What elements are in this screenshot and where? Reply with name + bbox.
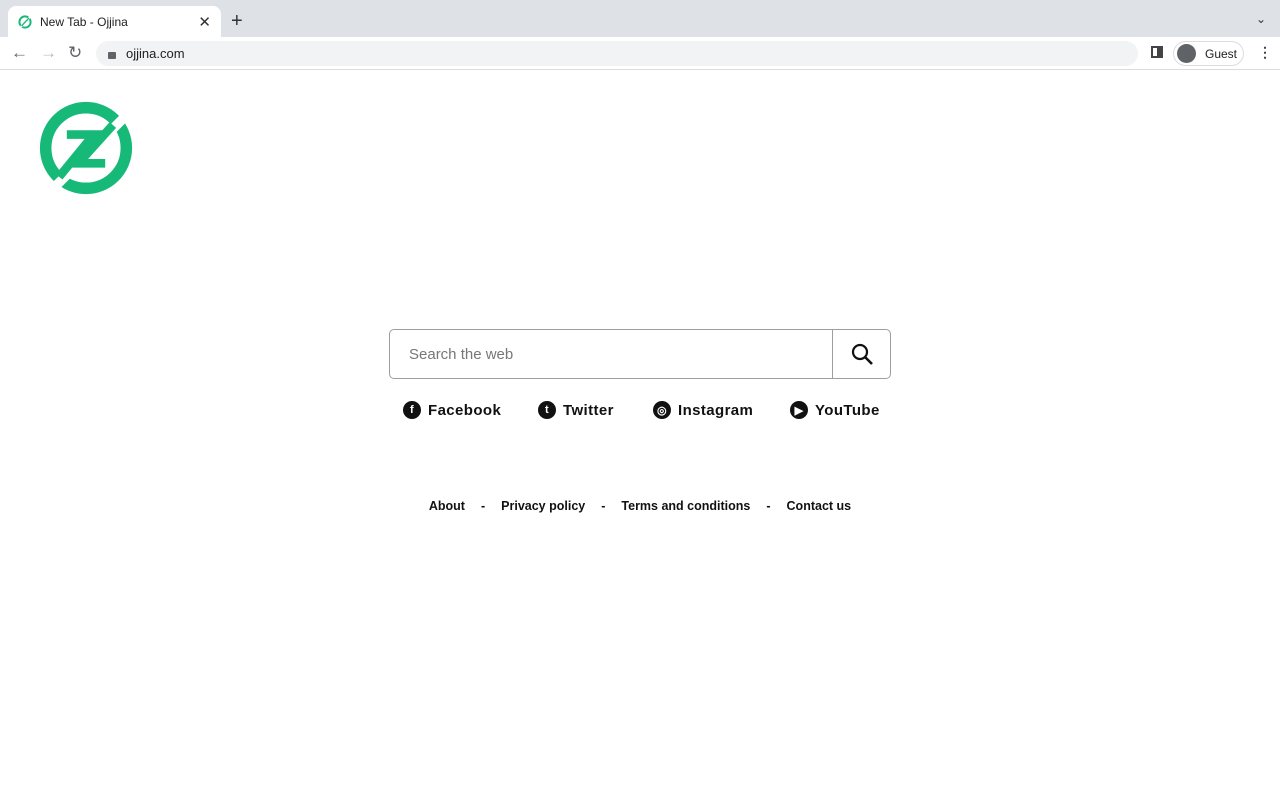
side-panel-icon[interactable] (1151, 46, 1163, 58)
search-icon (851, 343, 873, 365)
separator: - (766, 499, 771, 513)
social-link-facebook[interactable]: f Facebook (403, 401, 501, 419)
social-link-youtube[interactable]: ▶ YouTube (790, 401, 880, 419)
social-label: Twitter (563, 401, 614, 419)
social-label: Facebook (428, 401, 502, 419)
ojjina-logo[interactable] (38, 100, 134, 196)
youtube-icon: ▶ (790, 401, 808, 419)
social-link-instagram[interactable]: ◎ Instagram (653, 401, 753, 419)
search-button[interactable] (832, 330, 890, 378)
profile-label: Guest (1205, 46, 1238, 61)
lock-icon (108, 51, 116, 59)
tab-search-chevron-icon[interactable]: ⌄ (1256, 12, 1266, 26)
browser-toolbar: ← → ↻ ojjina.com Guest ⋮ (0, 37, 1280, 70)
tab-strip: New Tab - Ojjina ✕ + ⌄ (0, 0, 1280, 37)
instagram-icon: ◎ (653, 401, 671, 419)
address-bar[interactable]: ojjina.com (96, 41, 1138, 66)
tab-close-icon[interactable]: ✕ (198, 13, 211, 31)
tab-title: New Tab - Ojjina (40, 14, 128, 29)
forward-icon[interactable]: → (40, 43, 57, 63)
footer-privacy[interactable]: Privacy policy (501, 499, 585, 513)
facebook-icon: f (403, 401, 421, 419)
footer-links: About - Privacy policy - Terms and condi… (0, 499, 1280, 513)
footer-about[interactable]: About (429, 499, 465, 513)
tab-active[interactable]: New Tab - Ojjina ✕ (8, 6, 221, 37)
footer-terms[interactable]: Terms and conditions (621, 499, 750, 513)
menu-icon[interactable]: ⋮ (1258, 44, 1272, 61)
social-link-twitter[interactable]: t Twitter (538, 401, 614, 419)
profile-button[interactable]: Guest (1173, 41, 1244, 66)
separator: - (601, 499, 606, 513)
url-text: ojjina.com (126, 46, 185, 61)
twitter-icon: t (538, 401, 556, 419)
separator: - (480, 499, 486, 513)
new-tab-button[interactable]: + (231, 10, 243, 33)
back-icon[interactable]: ← (11, 43, 28, 63)
footer-contact[interactable]: Contact us (787, 499, 852, 513)
reload-icon[interactable]: ↻ (68, 43, 82, 63)
social-label: YouTube (815, 401, 880, 419)
social-label: Instagram (678, 401, 754, 419)
search-box (389, 329, 891, 379)
favicon-icon (18, 14, 32, 29)
avatar-icon (1177, 44, 1196, 63)
search-input[interactable] (390, 330, 832, 378)
